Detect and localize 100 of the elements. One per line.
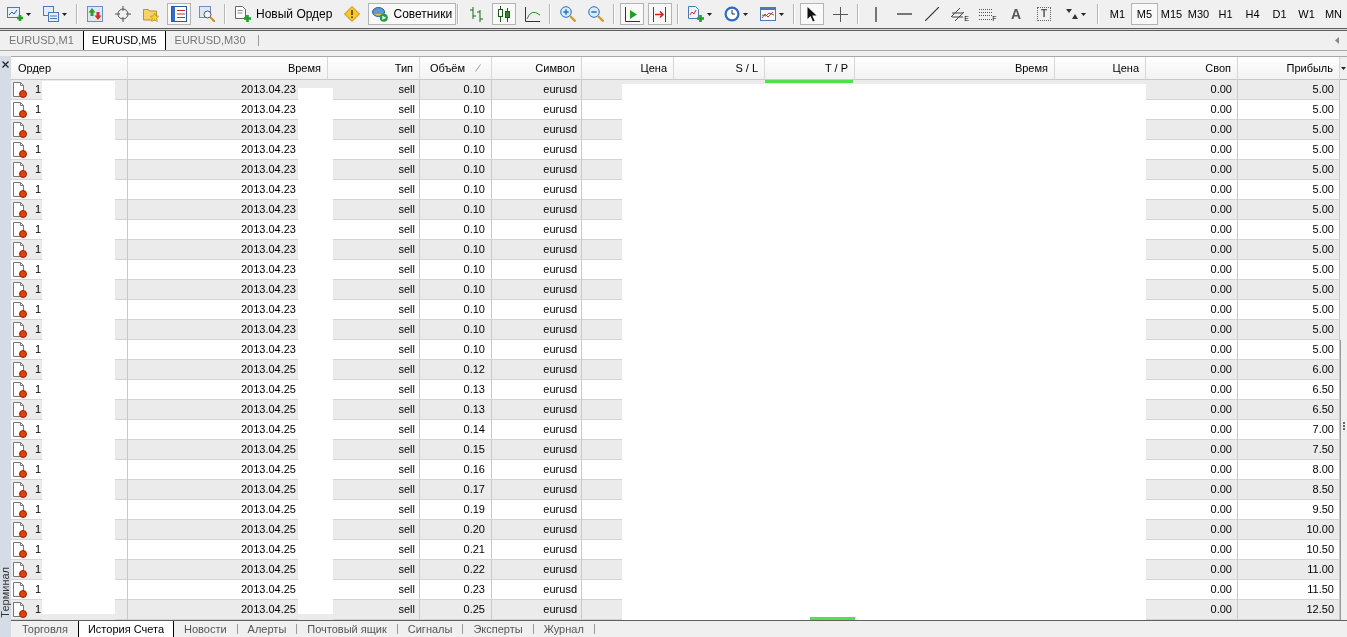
toolbar-button[interactable] <box>620 3 644 25</box>
table-cell: eurusd <box>492 320 582 340</box>
timeframe-button[interactable]: D1 <box>1266 3 1293 25</box>
table-cell: 0.00 <box>1146 80 1238 100</box>
table-cell: 0.14 <box>420 420 492 440</box>
table-cell: 0.12 <box>420 360 492 380</box>
folder-star-icon <box>143 6 159 22</box>
timeframe-button[interactable]: H4 <box>1239 3 1266 25</box>
order-icon <box>13 561 27 578</box>
column-header[interactable]: Тип <box>328 57 420 80</box>
timeframe-button[interactable]: M15 <box>1158 3 1185 25</box>
order-number: 1 <box>35 122 42 138</box>
table-cell: 11.00 <box>1238 560 1340 580</box>
toolbar-button[interactable] <box>167 3 191 25</box>
table-cell: sell <box>333 200 420 220</box>
column-header[interactable]: Время <box>855 57 1055 80</box>
table-cell: sell <box>333 140 420 160</box>
table-cell: eurusd <box>492 340 582 360</box>
order-number: 1 <box>35 462 42 478</box>
table-cell: sell <box>333 80 420 100</box>
candlestick-icon <box>497 6 511 22</box>
table-cell: 10.50 <box>1238 540 1340 560</box>
table-cell: 0.10 <box>420 240 492 260</box>
table-cell: eurusd <box>492 280 582 300</box>
order-icon <box>13 601 27 618</box>
table-cell: 0.10 <box>420 120 492 140</box>
column-header[interactable]: Ордер <box>11 57 128 80</box>
panel-tab[interactable]: Алерты <box>237 621 297 637</box>
timeframe-button[interactable]: W1 <box>1293 3 1320 25</box>
auto-scroll-icon <box>652 6 668 22</box>
target-icon <box>115 6 131 22</box>
close-icon[interactable] <box>2 61 9 68</box>
panel-tab[interactable]: История Счета <box>77 621 174 637</box>
table-cell: 0.00 <box>1146 600 1238 620</box>
caret-icon <box>707 12 712 16</box>
chart-tab[interactable]: EURUSD,M30 <box>165 31 255 50</box>
panel-tab[interactable]: Почтовый ящик <box>297 621 397 637</box>
panel-tab[interactable]: Новости <box>174 621 237 637</box>
table-cell: 0.22 <box>420 560 492 580</box>
table-cell: 0.10 <box>420 160 492 180</box>
order-number: 1 <box>35 502 42 518</box>
toolbar-button[interactable]: Новый Ордер <box>231 3 337 25</box>
toolbar-button[interactable]: A <box>1004 3 1028 25</box>
table-cell: 2013.04.23 <box>128 80 298 100</box>
table-cell: sell <box>333 100 420 120</box>
table-cell: eurusd <box>492 380 582 400</box>
order-number: 1 <box>35 422 42 438</box>
table-cell: eurusd <box>492 540 582 560</box>
scrollbar-thumb[interactable] <box>1340 340 1347 620</box>
column-header[interactable]: Объём <box>420 57 492 80</box>
toolbar-button[interactable] <box>648 3 672 25</box>
chart-tab[interactable]: EURUSD,M5 <box>82 31 166 50</box>
zoom-out-icon <box>588 6 604 22</box>
order-number: 1 <box>35 302 42 318</box>
table-cell: eurusd <box>492 400 582 420</box>
timeframe-button[interactable]: M30 <box>1185 3 1212 25</box>
column-header[interactable]: Своп <box>1146 57 1238 80</box>
column-header[interactable]: Цена <box>582 57 674 80</box>
column-header[interactable]: Цена <box>1055 57 1146 80</box>
panel-tab[interactable]: Журнал <box>533 621 594 637</box>
table-cell: eurusd <box>492 440 582 460</box>
timeframe-button[interactable]: H1 <box>1212 3 1239 25</box>
table-cell: sell <box>333 300 420 320</box>
order-icon <box>13 261 27 278</box>
toolbar-button[interactable]: T <box>1032 3 1056 25</box>
order-icon <box>13 201 27 218</box>
toolbar-button[interactable]: Советники <box>368 3 457 25</box>
document-plus-icon <box>688 6 704 22</box>
table-cell: 6.50 <box>1238 400 1340 420</box>
timeframe-button[interactable]: M5 <box>1131 3 1158 25</box>
panel-tab[interactable]: Сигналы <box>397 621 463 637</box>
panel-tab[interactable]: Эксперты <box>463 621 533 637</box>
order-number: 1 <box>35 362 42 378</box>
column-header[interactable]: T / P <box>765 57 855 80</box>
chart-shift-icon <box>624 6 640 22</box>
timeframe-button[interactable]: MN <box>1320 3 1347 25</box>
order-number: 1 <box>35 342 42 358</box>
chart-tab[interactable]: EURUSD,M1 <box>0 31 83 50</box>
column-header[interactable]: Символ <box>492 57 582 80</box>
order-number: 1 <box>35 562 42 578</box>
timeframe-button[interactable]: M1 <box>1104 3 1131 25</box>
column-header[interactable]: Прибыль <box>1238 57 1340 80</box>
table-cell: 8.50 <box>1238 480 1340 500</box>
column-header[interactable]: S / L <box>674 57 765 80</box>
toolbar-button[interactable] <box>492 3 516 25</box>
toolbar-button[interactable] <box>800 3 824 25</box>
table-cell: sell <box>333 360 420 380</box>
panel-tab[interactable]: Торговля <box>12 621 78 637</box>
column-header[interactable]: Время <box>128 57 328 80</box>
scroll-left-icon[interactable] <box>1335 37 1339 44</box>
table-cell: sell <box>333 560 420 580</box>
table-cell: eurusd <box>492 260 582 280</box>
order-number: 1 <box>35 162 42 178</box>
order-number: 1 <box>35 442 42 458</box>
table-cell: 0.15 <box>420 440 492 460</box>
table-cell: eurusd <box>492 500 582 520</box>
table-cell: 7.50 <box>1238 440 1340 460</box>
caret-icon <box>743 12 748 16</box>
table-cell: eurusd <box>492 80 582 100</box>
table-cell: eurusd <box>492 580 582 600</box>
